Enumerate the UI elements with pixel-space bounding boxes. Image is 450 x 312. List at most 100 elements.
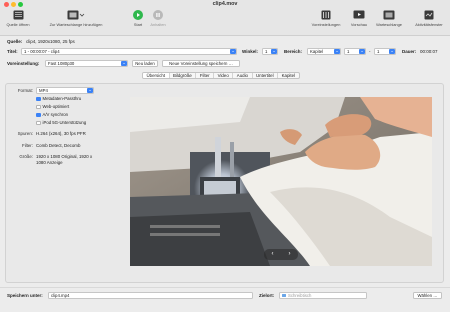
- destination-label: Zielort:: [259, 293, 275, 298]
- tracks-value: H.264 (x264), 30 fps PFR: [36, 131, 86, 136]
- open-source-label: Quelle öffnen: [6, 22, 30, 27]
- preset-select-value: Fast 1080p30: [48, 61, 75, 66]
- range-type-select[interactable]: Kapitel ⌄: [307, 48, 341, 55]
- format-select[interactable]: MP4 ⌄: [36, 87, 94, 94]
- web-optimized-label: Web-optimiert: [42, 104, 70, 109]
- queue-button[interactable]: Warteschlange: [372, 10, 406, 27]
- av-sync-label: A/V synchron: [42, 112, 69, 117]
- chevron-down-icon: ⌄: [359, 49, 365, 54]
- duration-value: 00:00:07: [420, 49, 438, 54]
- tab-overview[interactable]: Übersicht: [143, 73, 170, 78]
- filter-value: Comb Detect, Decomb: [36, 143, 81, 148]
- add-queue-icon: [67, 10, 85, 20]
- window-title: clip4.mov: [212, 1, 238, 7]
- checkbox-unchecked-icon: [36, 120, 41, 125]
- chevron-down-icon: ⌄: [271, 49, 277, 54]
- queue-label: Warteschlange: [376, 22, 402, 27]
- av-sync-checkbox[interactable]: A/V synchron: [36, 112, 68, 117]
- save-new-preset-button[interactable]: Neue Voreinstellung speichern …: [162, 60, 240, 67]
- next-frame-button[interactable]: ›: [281, 249, 298, 260]
- checkbox-checked-icon: [36, 112, 41, 117]
- preview-navigation: ‹ ›: [264, 249, 298, 260]
- ipod-5g-checkbox[interactable]: iPod 5G-Unterstützung: [36, 120, 86, 125]
- activity-label: Aktivitätsfenster: [415, 22, 443, 27]
- preview-button[interactable]: Vorschau: [346, 10, 372, 27]
- ipod-5g-label: iPod 5G-Unterstützung: [42, 120, 87, 125]
- angle-select-value: 1: [265, 49, 268, 54]
- source-label: Quelle:: [7, 39, 23, 44]
- size-value-line2: 1080 Anzeige: [36, 160, 63, 165]
- open-source-button[interactable]: Quelle öffnen: [3, 10, 33, 27]
- tab-bar: Übersicht Bildgröße Filter Video Audio U…: [142, 72, 300, 79]
- web-optimized-checkbox[interactable]: Web-optimiert: [36, 104, 69, 109]
- tab-dimensions[interactable]: Bildgröße: [170, 73, 197, 78]
- pause-icon: [153, 10, 163, 20]
- tab-video[interactable]: Video: [214, 73, 234, 78]
- add-to-queue-button[interactable]: Zur Warteschlange hinzufügen: [48, 10, 104, 27]
- range-to-value: 1: [377, 49, 380, 54]
- footer-bar: [0, 287, 450, 312]
- preview-label: Vorschau: [350, 22, 368, 27]
- previous-frame-button[interactable]: ‹: [264, 249, 281, 260]
- tab-chapters[interactable]: Kapitel: [278, 73, 298, 78]
- preset-select[interactable]: Fast 1080p30 ⌄: [45, 60, 128, 67]
- chevron-down-icon: ⌄: [121, 61, 127, 66]
- duration-label: Dauer:: [402, 49, 417, 54]
- presets-label: Voreinstellungen: [311, 22, 341, 27]
- save-as-label: Speichern unter:: [7, 293, 43, 298]
- destination-select[interactable]: Schreibtisch: [279, 292, 367, 299]
- queue-icon: [383, 10, 395, 20]
- source-value: clip4, 1920x1080, 25 fps: [26, 39, 75, 44]
- range-to-select[interactable]: 1 ⌄: [374, 48, 396, 55]
- checkbox-checked-icon: [36, 96, 41, 101]
- chevron-down-icon: ⌄: [334, 49, 340, 54]
- save-as-field[interactable]: clip4.mp4: [48, 292, 253, 299]
- preset-label: Voreinstellung:: [7, 61, 40, 66]
- destination-value: Schreibtisch: [288, 293, 312, 298]
- tab-subtitles[interactable]: Untertitel: [253, 73, 279, 78]
- preview-icon: [353, 10, 365, 20]
- format-select-value: MP4: [39, 88, 48, 93]
- angle-select[interactable]: 1 ⌄: [262, 48, 278, 55]
- tracks-label: Spuren:: [17, 131, 33, 136]
- size-label: Größe:: [19, 154, 33, 159]
- open-source-icon: [13, 10, 24, 20]
- size-value-line1: 1920 x 1080 Original, 1920 x: [36, 154, 93, 159]
- start-icon: [133, 10, 143, 20]
- range-type-value: Kapitel: [310, 49, 324, 54]
- chevron-down-icon: ⌄: [230, 49, 236, 54]
- app-window: clip4.mov Quelle öffnen Zur Warteschlang…: [0, 0, 450, 312]
- chevron-down-icon: ⌄: [87, 88, 93, 93]
- pause-label: Anhalten: [150, 22, 166, 27]
- title-select-value: 1 - 00:00:07 - clip4: [24, 49, 60, 54]
- activity-button[interactable]: Aktivitätsfenster: [410, 10, 448, 27]
- metadata-passthru-label: Metadaten-Passthru: [42, 96, 82, 101]
- range-from-select[interactable]: 1 ⌄: [344, 48, 366, 55]
- angle-label: Winkel:: [242, 49, 258, 54]
- format-label: Format:: [17, 88, 33, 93]
- preview-frame-image: [130, 97, 432, 266]
- range-separator: -: [369, 49, 371, 54]
- pause-button[interactable]: Anhalten: [146, 10, 170, 27]
- toolbar: clip4.mov Quelle öffnen Zur Warteschlang…: [0, 0, 450, 36]
- start-label: Start: [133, 22, 143, 27]
- title-select[interactable]: 1 - 00:00:07 - clip4 ⌄: [21, 48, 237, 55]
- range-from-value: 1: [347, 49, 350, 54]
- range-label: Bereich:: [284, 49, 303, 54]
- filter-label: Filter:: [22, 143, 33, 148]
- checkbox-unchecked-icon: [36, 104, 41, 109]
- metadata-passthru-checkbox[interactable]: Metadaten-Passthru: [36, 96, 81, 101]
- add-to-queue-label: Zur Warteschlange hinzufügen: [49, 22, 103, 27]
- presets-button[interactable]: Voreinstellungen: [308, 10, 344, 27]
- title-label: Titel:: [7, 49, 18, 54]
- presets-icon: [321, 10, 331, 20]
- activity-icon: [424, 10, 434, 20]
- tab-audio[interactable]: Audio: [233, 73, 253, 78]
- start-button[interactable]: Start: [128, 10, 148, 27]
- chevron-down-icon: ⌄: [389, 49, 395, 54]
- folder-icon: [282, 294, 286, 297]
- choose-destination-button[interactable]: Wählen …: [413, 292, 442, 299]
- tab-filter[interactable]: Filter: [196, 73, 215, 78]
- video-preview[interactable]: [130, 97, 432, 266]
- reload-preset-button[interactable]: Neu laden: [132, 60, 158, 67]
